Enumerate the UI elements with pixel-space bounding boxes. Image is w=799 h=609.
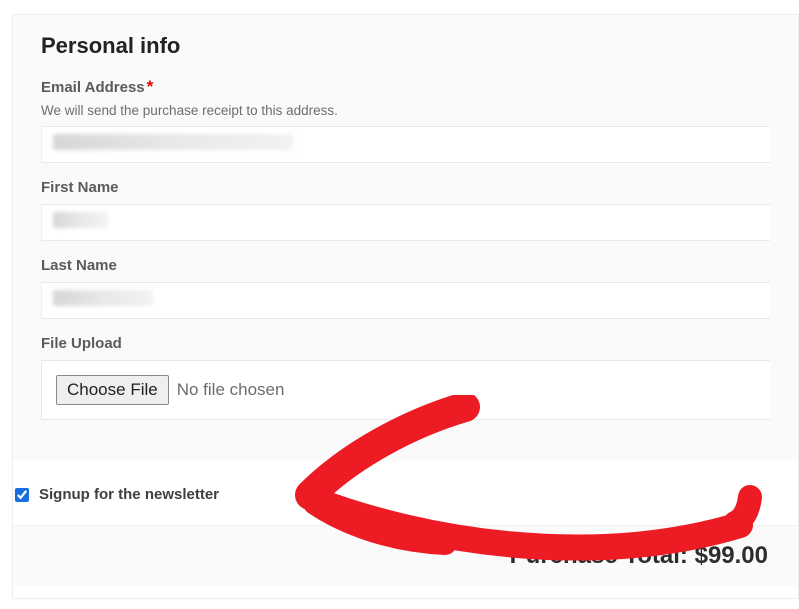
newsletter-row: Signup for the newsletter: [13, 486, 798, 503]
section-title: Personal info: [41, 33, 770, 59]
file-upload-field-group: File Upload Choose File No file chosen: [41, 335, 770, 420]
below-panel: Signup for the newsletter Purchase Total…: [13, 460, 798, 598]
newsletter-checkbox[interactable]: [15, 488, 29, 502]
email-description: We will send the purchase receipt to thi…: [41, 103, 770, 118]
first-name-label: First Name: [41, 179, 119, 196]
file-upload-row: Choose File No file chosen: [41, 360, 770, 420]
newsletter-label: Signup for the newsletter: [39, 486, 219, 503]
email-field-group: Email Address* We will send the purchase…: [41, 77, 770, 163]
last-name-label: Last Name: [41, 257, 117, 274]
last-name-field-group: Last Name: [41, 257, 770, 319]
first-name-field-group: First Name: [41, 179, 770, 241]
choose-file-button[interactable]: Choose File: [56, 375, 169, 405]
form-container: Personal info Email Address* We will sen…: [12, 14, 799, 599]
redacted-value: [53, 212, 108, 228]
required-indicator: *: [147, 77, 154, 96]
file-upload-label: File Upload: [41, 335, 122, 352]
redacted-value: [53, 290, 153, 306]
first-name-input[interactable]: [41, 204, 770, 241]
redacted-value: [53, 134, 293, 150]
purchase-total-row: Purchase Total: $99.00: [13, 525, 798, 586]
purchase-total-amount: $99.00: [695, 542, 768, 569]
purchase-total-label: Purchase Total:: [510, 542, 688, 569]
file-status-text: No file chosen: [177, 380, 285, 400]
email-label: Email Address: [41, 79, 145, 96]
personal-info-panel: Personal info Email Address* We will sen…: [13, 15, 798, 460]
